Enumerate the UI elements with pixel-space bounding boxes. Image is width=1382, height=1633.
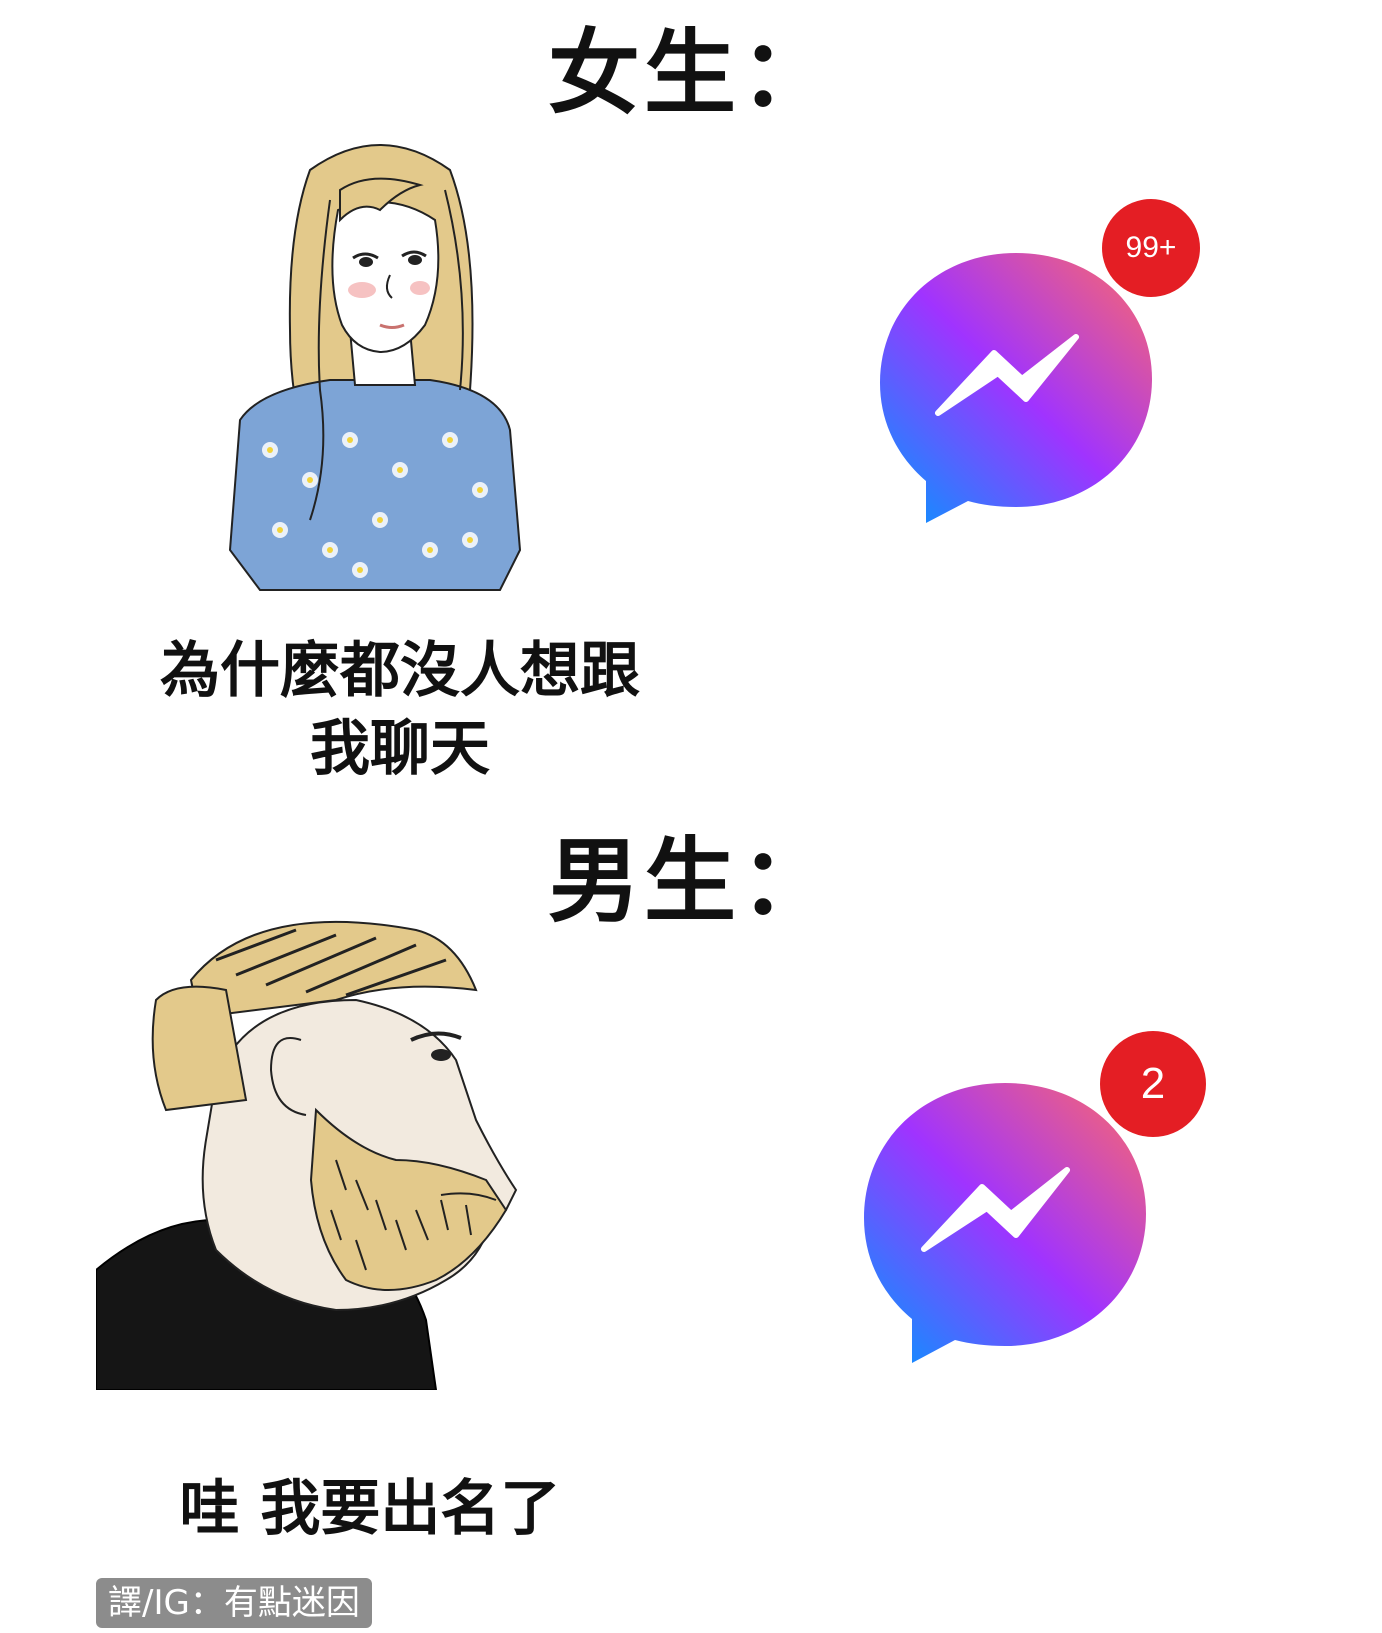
caption-girl: 為什麼都沒人想跟 我聊天 <box>120 632 680 788</box>
boy-illustration <box>96 920 518 1390</box>
heading-girl: 女生： <box>548 20 837 127</box>
watermark: 譯/IG：有點迷因 <box>96 1578 372 1628</box>
messenger-icon <box>880 253 1152 523</box>
heading-boy: 男生： <box>548 828 837 935</box>
notification-badge-girl: 99+ <box>1102 199 1200 297</box>
caption-girl-line1: 為什麼都沒人想跟 <box>160 636 640 706</box>
girl-illustration <box>228 144 522 591</box>
notification-badge-boy: 2 <box>1100 1031 1206 1137</box>
messenger-icon <box>864 1083 1146 1363</box>
caption-boy: 哇 我要出名了 <box>179 1474 561 1544</box>
caption-girl-line2: 我聊天 <box>310 714 490 784</box>
